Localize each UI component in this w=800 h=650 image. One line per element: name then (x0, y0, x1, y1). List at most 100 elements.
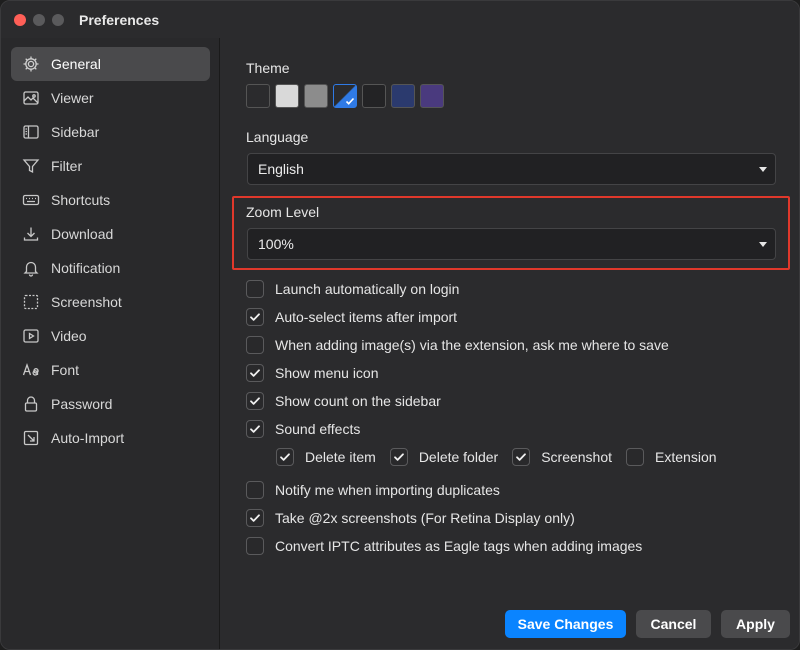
video-icon (22, 327, 40, 345)
theme-swatch[interactable] (246, 84, 270, 108)
sidebar-item-label: Download (51, 226, 114, 242)
option-notify-duplicates[interactable]: Notify me when importing duplicates (246, 480, 500, 500)
sidebar-item-shortcuts[interactable]: Shortcuts (11, 183, 210, 217)
sidebar-item-label: Filter (51, 158, 83, 174)
option-label: Delete item (305, 449, 376, 465)
option-label: When adding image(s) via the extension, … (275, 337, 669, 353)
save-changes-button[interactable]: Save Changes (505, 610, 626, 638)
sidebar-item-download[interactable]: Download (11, 217, 210, 251)
checkbox-checked[interactable] (276, 448, 294, 466)
option-convert-iptc[interactable]: Convert IPTC attributes as Eagle tags wh… (246, 536, 642, 556)
checkbox-checked[interactable] (246, 509, 264, 527)
keyboard-icon (22, 191, 40, 209)
sidebar-item-label: Auto-Import (51, 430, 125, 446)
sidebar-item-label: Screenshot (51, 294, 122, 310)
chevron-down-icon (759, 242, 767, 247)
gear-icon (22, 55, 40, 73)
checkbox[interactable] (626, 448, 645, 466)
image-icon (22, 89, 40, 107)
checkbox-checked[interactable] (246, 308, 264, 326)
check-icon (393, 453, 404, 461)
checkbox[interactable] (246, 537, 264, 555)
option-label: Extension (655, 449, 717, 465)
theme-swatch[interactable] (304, 84, 328, 108)
option-label: Notify me when importing duplicates (275, 482, 500, 498)
option-label: Show count on the sidebar (275, 393, 441, 409)
sidebar-item-font[interactable]: Font (11, 353, 210, 387)
check-icon (250, 425, 260, 433)
option-sound-effects[interactable]: Sound effects (246, 419, 360, 439)
theme-swatch-selected[interactable] (333, 84, 357, 108)
checkbox-checked[interactable] (512, 448, 531, 466)
sidebar-item-label: Notification (51, 260, 121, 276)
language-value: English (258, 161, 304, 177)
theme-swatch[interactable] (420, 84, 444, 108)
check-icon (345, 97, 355, 105)
theme-label: Theme (246, 60, 290, 76)
sound-delete-item[interactable]: Delete item (276, 448, 376, 466)
check-icon (250, 514, 260, 522)
sidebar-item-filter[interactable]: Filter (11, 149, 210, 183)
sidebar-item-label: Font (51, 362, 80, 378)
screenshot-icon (22, 293, 40, 311)
option-show-menu-icon[interactable]: Show menu icon (246, 363, 379, 383)
close-window-button[interactable] (14, 13, 26, 26)
option-ask-where-to-save[interactable]: When adding image(s) via the extension, … (246, 335, 669, 355)
zoom-window-button[interactable] (52, 13, 64, 26)
checkbox[interactable] (246, 481, 264, 499)
main-panel: Theme Language English Zoom Level 100% L… (221, 38, 799, 649)
sidebar-item-notification[interactable]: Notification (11, 251, 210, 285)
option-show-count[interactable]: Show count on the sidebar (246, 391, 441, 411)
checkbox-checked[interactable] (389, 448, 408, 466)
window-controls (14, 13, 64, 26)
theme-swatch[interactable] (275, 84, 299, 108)
theme-swatch[interactable] (391, 84, 415, 108)
checkbox-checked[interactable] (246, 364, 264, 382)
sound-effects-options: Delete item Delete folder Screenshot Ext… (276, 447, 731, 467)
checkbox[interactable] (246, 336, 264, 354)
option-retina-screenshots[interactable]: Take @2x screenshots (For Retina Display… (246, 508, 575, 528)
cancel-button[interactable]: Cancel (636, 610, 711, 638)
checkbox[interactable] (246, 280, 264, 298)
sound-screenshot[interactable]: Screenshot (512, 448, 612, 466)
download-icon (22, 225, 40, 243)
sidebar-item-sidebar[interactable]: Sidebar (11, 115, 210, 149)
sidebar-item-screenshot[interactable]: Screenshot (11, 285, 210, 319)
zoom-level-select[interactable]: 100% (247, 228, 776, 260)
check-icon (250, 313, 260, 321)
apply-button[interactable]: Apply (721, 610, 790, 638)
theme-swatches (246, 84, 444, 108)
filter-icon (22, 157, 40, 175)
zoom-level-value: 100% (258, 236, 294, 252)
option-label: Screenshot (541, 449, 613, 465)
sound-extension[interactable]: Extension (626, 448, 717, 466)
window-title: Preferences (79, 11, 160, 28)
sidebar-icon (22, 123, 40, 141)
titlebar: Preferences (1, 1, 799, 38)
option-label: Take @2x screenshots (For Retina Display… (275, 510, 575, 526)
lock-icon (22, 395, 40, 413)
preferences-window: Preferences General Viewer Sidebar Filte… (0, 0, 800, 650)
zoom-level-label: Zoom Level (246, 204, 320, 220)
option-label: Sound effects (275, 421, 361, 437)
sidebar-item-general[interactable]: General (11, 47, 210, 81)
option-launch-on-login[interactable]: Launch automatically on login (246, 279, 459, 299)
checkbox-checked[interactable] (246, 392, 264, 410)
sidebar-item-video[interactable]: Video (11, 319, 210, 353)
sidebar-item-password[interactable]: Password (11, 387, 210, 421)
chevron-down-icon (759, 167, 767, 172)
import-icon (22, 429, 40, 447)
language-select[interactable]: English (247, 153, 776, 185)
option-label: Launch automatically on login (275, 281, 460, 297)
sound-delete-folder[interactable]: Delete folder (389, 448, 498, 466)
sidebar-item-auto-import[interactable]: Auto-Import (11, 421, 210, 455)
checkbox-checked[interactable] (246, 420, 264, 438)
check-icon (280, 453, 290, 461)
option-auto-select[interactable]: Auto-select items after import (246, 307, 457, 327)
sidebar: General Viewer Sidebar Filter Shortcuts (1, 38, 220, 649)
sidebar-item-label: Video (51, 328, 87, 344)
theme-swatch[interactable] (362, 84, 386, 108)
check-icon (250, 369, 260, 377)
minimize-window-button[interactable] (33, 13, 45, 26)
sidebar-item-viewer[interactable]: Viewer (11, 81, 210, 115)
